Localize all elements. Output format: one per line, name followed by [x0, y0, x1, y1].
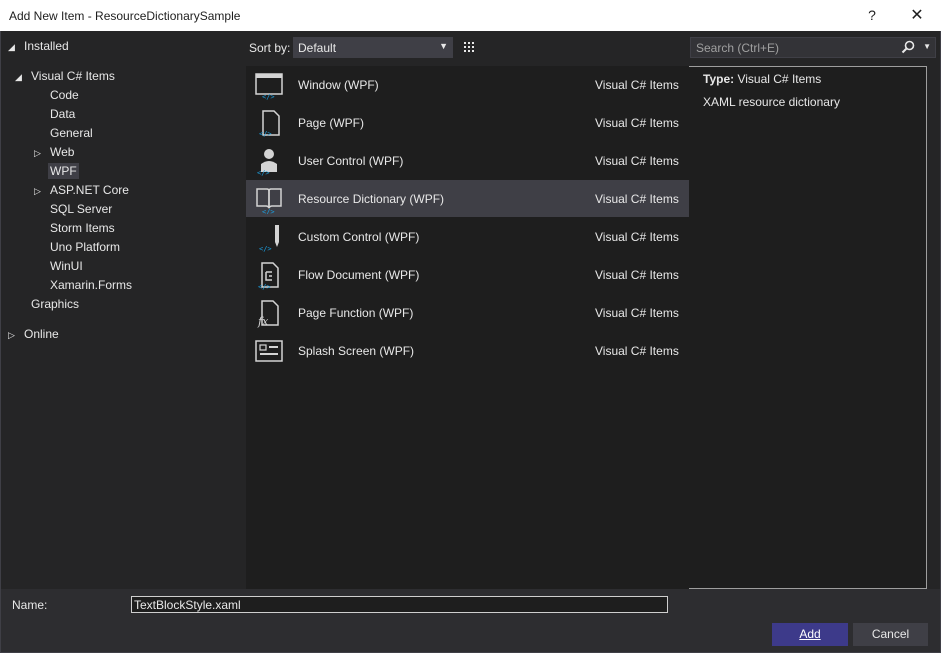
resource-dictionary-icon: </>	[254, 184, 284, 214]
collapsed-arrow-icon[interactable]: ▷	[8, 326, 18, 344]
flow-document-icon: </>	[254, 260, 284, 290]
page-icon: </>	[254, 108, 284, 138]
page-function-icon: fx	[254, 298, 284, 328]
collapsed-arrow-icon[interactable]: ▷	[34, 182, 44, 200]
name-label: Name:	[12, 598, 48, 612]
search-icon[interactable]	[901, 40, 915, 54]
tree-node-code[interactable]: Code	[50, 86, 79, 104]
tree-node-storm-items[interactable]: Storm Items	[50, 219, 115, 237]
tree-node-data[interactable]: Data	[50, 105, 75, 123]
search-box[interactable]: Search (Ctrl+E) ▼	[690, 37, 936, 58]
user-control-icon: </>	[254, 146, 284, 176]
sort-by-label: Sort by:	[249, 41, 291, 55]
list-item-splash-screen[interactable]: Splash Screen (WPF) Visual C# Items	[246, 332, 689, 369]
tree-node-xamarin-forms[interactable]: Xamarin.Forms	[50, 276, 132, 294]
svg-text:</>: </>	[259, 130, 272, 138]
list-item-flow-document[interactable]: </> Flow Document (WPF) Visual C# Items	[246, 256, 689, 293]
type-value: Visual C# Items	[737, 72, 822, 86]
add-button[interactable]: Add	[772, 623, 848, 646]
list-item-user-control[interactable]: </> User Control (WPF) Visual C# Items	[246, 142, 689, 179]
tree-node-general[interactable]: General	[50, 124, 93, 142]
name-input[interactable]	[131, 596, 668, 613]
grid-view-icon	[464, 42, 474, 52]
svg-text:</>: </>	[258, 283, 271, 290]
collapsed-arrow-icon[interactable]: ▷	[34, 144, 44, 162]
svg-text:</>: </>	[257, 169, 270, 176]
custom-control-icon: </>	[254, 222, 284, 252]
list-item-resource-dictionary[interactable]: </> Resource Dictionary (WPF) Visual C# …	[246, 180, 689, 217]
list-item-page-function[interactable]: fx Page Function (WPF) Visual C# Items	[246, 294, 689, 331]
tree-node-online[interactable]: ▷ Online	[8, 325, 59, 343]
type-label: Type:	[703, 72, 735, 86]
help-button[interactable]: ?	[862, 7, 882, 23]
search-placeholder: Search (Ctrl+E)	[696, 41, 780, 55]
close-button[interactable]: ✕	[904, 4, 930, 28]
sort-by-dropdown[interactable]: Default ▼	[293, 37, 453, 58]
svg-text:</>: </>	[262, 93, 275, 100]
list-item-window[interactable]: </> Window (WPF) Visual C# Items	[246, 66, 689, 103]
list-item-page[interactable]: </> Page (WPF) Visual C# Items	[246, 104, 689, 141]
title-bar: Add New Item - ResourceDictionarySample …	[0, 0, 941, 31]
svg-text:</>: </>	[262, 208, 275, 214]
detail-description: XAML resource dictionary	[703, 95, 840, 109]
grid-view-button[interactable]	[459, 37, 480, 58]
expanded-arrow-icon[interactable]: ◢	[8, 38, 18, 56]
expanded-arrow-icon[interactable]: ◢	[15, 68, 25, 86]
tree-node-installed[interactable]: ◢ Installed	[8, 37, 69, 55]
tree-node-uno-platform[interactable]: Uno Platform	[50, 238, 120, 256]
svg-text:</>: </>	[259, 245, 272, 252]
splash-screen-icon	[254, 336, 284, 366]
tree-node-wpf[interactable]: WPF	[48, 162, 79, 180]
tree-node-winui[interactable]: WinUI	[50, 257, 83, 275]
tree-node-sql-server[interactable]: SQL Server	[50, 200, 112, 218]
list-item-custom-control[interactable]: </> Custom Control (WPF) Visual C# Items	[246, 218, 689, 255]
detail-type: Type: Visual C# Items	[703, 72, 821, 86]
tree-node-visual-csharp-items[interactable]: ◢ Visual C# Items	[15, 67, 115, 85]
sort-by-value: Default	[298, 41, 337, 55]
tree-node-graphics[interactable]: Graphics	[31, 295, 79, 313]
category-tree: ◢ Installed ◢ Visual C# Items Code Data Ge…	[0, 31, 244, 589]
window-icon: </>	[254, 70, 284, 100]
tree-node-web[interactable]: ▷ Web	[34, 143, 74, 161]
template-list: </> Window (WPF) Visual C# Items </> Pag…	[246, 66, 689, 589]
window-title: Add New Item - ResourceDictionarySample	[9, 9, 241, 23]
cancel-button[interactable]: Cancel	[853, 623, 928, 646]
svg-text:fx: fx	[257, 315, 269, 328]
tree-node-aspnet-core[interactable]: ▷ ASP.NET Core	[34, 181, 129, 199]
chevron-down-icon: ▼	[439, 41, 448, 51]
chevron-down-icon[interactable]: ▼	[923, 42, 931, 51]
